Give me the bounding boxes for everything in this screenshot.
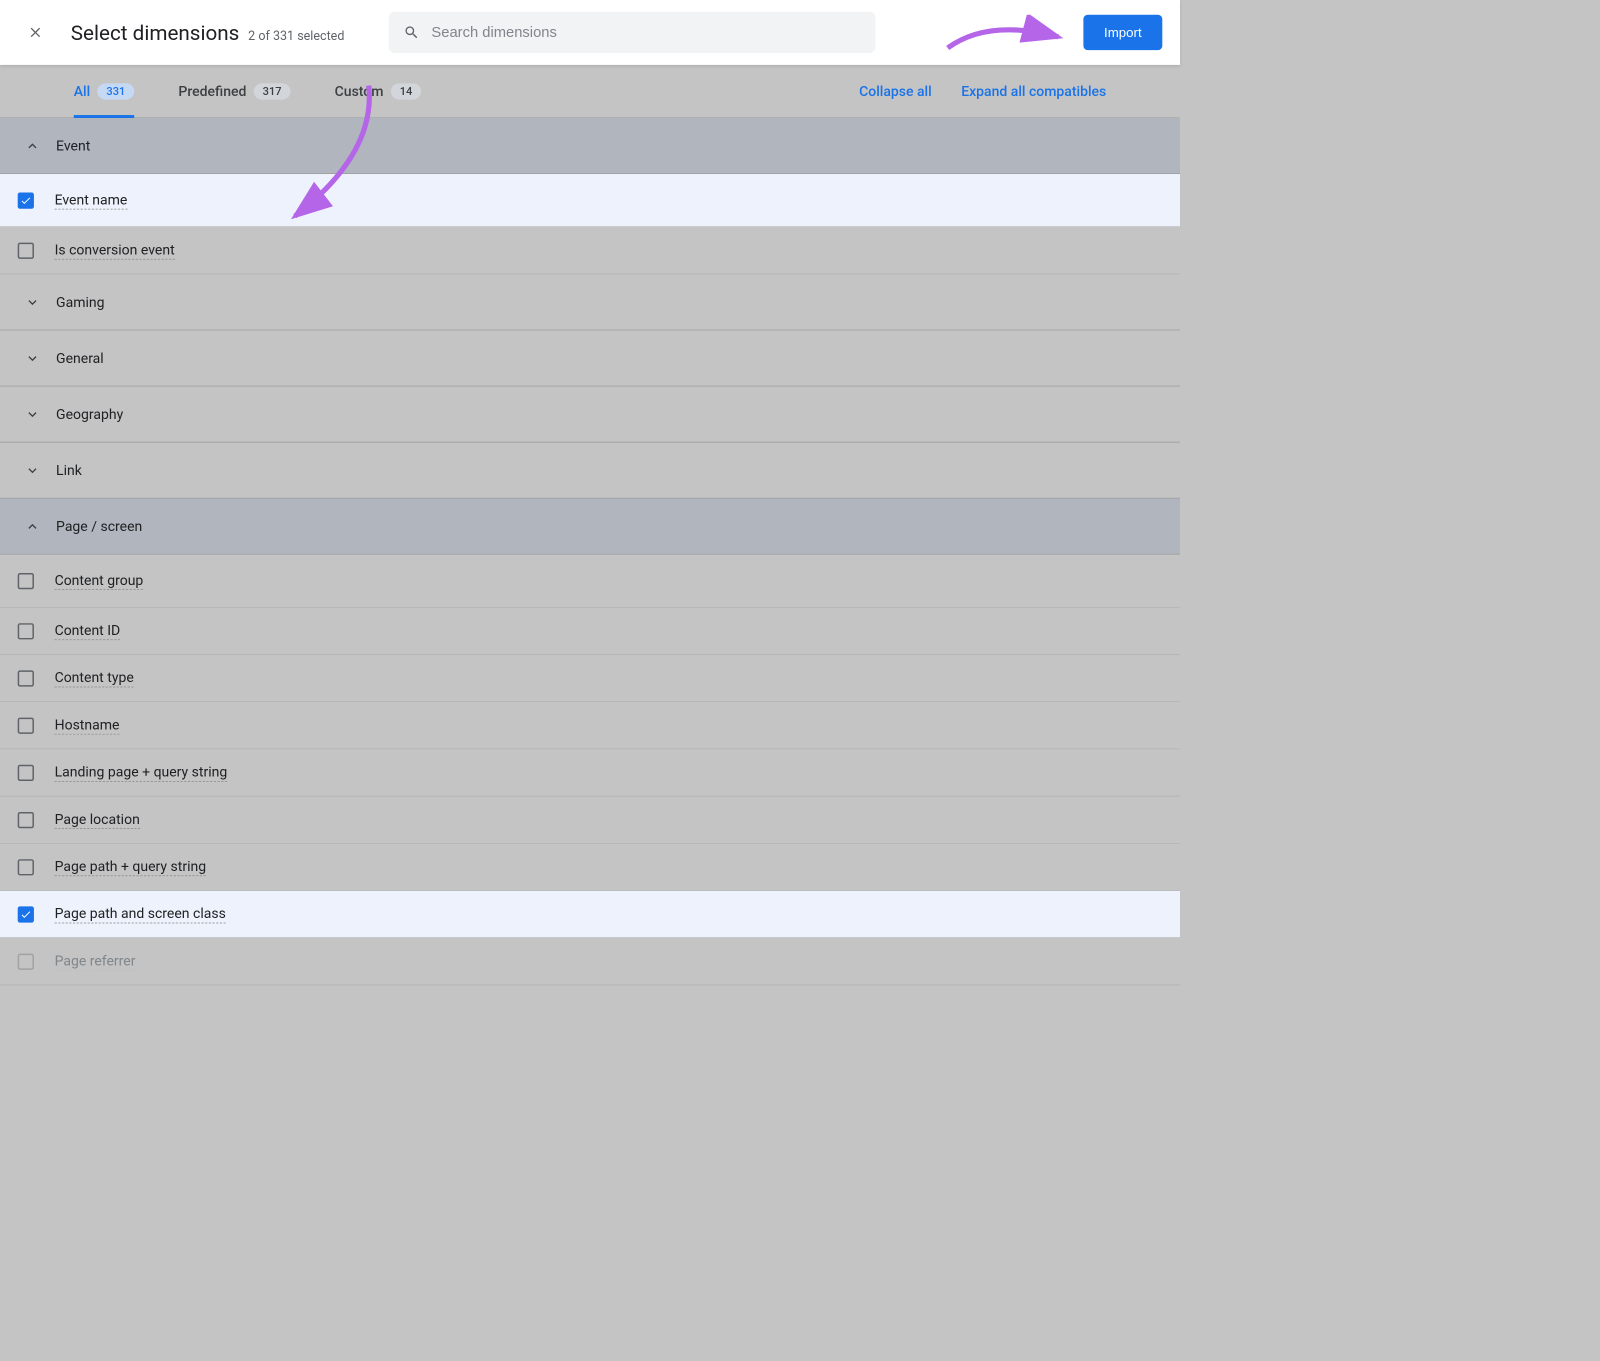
checkbox[interactable] — [18, 812, 34, 828]
item-label: Page referrer — [55, 952, 136, 970]
group-header[interactable]: Link — [0, 443, 1180, 499]
group-label: Gaming — [56, 294, 104, 311]
list-item[interactable]: Page location — [0, 797, 1180, 844]
tab-label: All — [74, 83, 90, 100]
collapse-all-button[interactable]: Collapse all — [859, 83, 932, 100]
group-header[interactable]: Gaming — [0, 274, 1180, 330]
search-box[interactable] — [389, 12, 876, 53]
tab-label: Predefined — [178, 83, 246, 100]
tab-custom[interactable]: Custom 14 — [335, 65, 421, 118]
item-label: Event name — [55, 191, 128, 209]
group-header[interactable]: Page / screen — [0, 499, 1180, 555]
group-label: Geography — [56, 406, 123, 423]
chevron-down-icon — [18, 406, 48, 422]
tabs-bar: All 331 Predefined 317 Custom 14 Collaps… — [0, 65, 1180, 118]
tab-badge: 14 — [391, 83, 421, 99]
list-item[interactable]: Is conversion event — [0, 227, 1180, 274]
list-item[interactable]: Content type — [0, 655, 1180, 702]
dialog-title: Select dimensions — [71, 20, 240, 44]
chevron-up-icon — [18, 518, 48, 534]
chevron-down-icon — [18, 294, 48, 310]
list-item[interactable]: Page path and screen class — [0, 891, 1180, 938]
checkbox[interactable] — [18, 192, 34, 208]
group-header[interactable]: General — [0, 330, 1180, 386]
group-label: Page / screen — [56, 518, 142, 535]
item-label: Content group — [55, 572, 144, 590]
dialog-header: Select dimensions 2 of 331 selected Impo… — [0, 0, 1180, 65]
chevron-down-icon — [18, 350, 48, 366]
tab-predefined[interactable]: Predefined 317 — [178, 65, 290, 118]
import-button[interactable]: Import — [1083, 15, 1162, 50]
tab-all[interactable]: All 331 — [74, 65, 134, 118]
item-label: Page path + query string — [55, 858, 207, 876]
list-item[interactable]: Event name — [0, 174, 1180, 227]
checkbox[interactable] — [18, 859, 34, 875]
group-label: Link — [56, 462, 82, 479]
selection-count: 2 of 331 selected — [248, 28, 344, 43]
list-item[interactable]: Content ID — [0, 608, 1180, 655]
list-item[interactable]: Content group — [0, 555, 1180, 608]
close-button[interactable] — [18, 15, 53, 50]
group-header[interactable]: Event — [0, 118, 1180, 174]
checkbox — [18, 953, 34, 969]
checkbox[interactable] — [18, 623, 34, 639]
tab-badge: 317 — [254, 83, 291, 99]
checkbox[interactable] — [18, 242, 34, 258]
list-item[interactable]: Page path + query string — [0, 844, 1180, 891]
tab-label: Custom — [335, 83, 384, 100]
chevron-up-icon — [18, 138, 48, 154]
search-icon — [403, 24, 419, 40]
chevron-down-icon — [18, 462, 48, 478]
checkbox[interactable] — [18, 717, 34, 733]
dimension-list: Event Event name Is conversion event Gaming… — [0, 118, 1180, 985]
close-icon — [27, 24, 43, 40]
item-label: Page location — [55, 811, 140, 829]
group-header[interactable]: Geography — [0, 386, 1180, 442]
group-label: General — [56, 350, 104, 367]
checkbox[interactable] — [18, 670, 34, 686]
checkbox[interactable] — [18, 906, 34, 922]
list-item[interactable]: Hostname — [0, 702, 1180, 749]
group-label: Event — [56, 137, 90, 154]
item-label: Page path and screen class — [55, 905, 226, 923]
tab-badge: 331 — [98, 83, 135, 99]
checkbox[interactable] — [18, 764, 34, 780]
item-label: Content ID — [55, 622, 121, 640]
list-item: Page referrer — [0, 938, 1180, 985]
search-input[interactable] — [431, 24, 860, 41]
item-label: Is conversion event — [55, 241, 175, 259]
expand-all-button[interactable]: Expand all compatibles — [961, 83, 1106, 100]
checkbox[interactable] — [18, 573, 34, 589]
list-item[interactable]: Landing page + query string — [0, 749, 1180, 796]
item-label: Content type — [55, 669, 134, 687]
item-label: Hostname — [55, 716, 120, 734]
item-label: Landing page + query string — [55, 763, 228, 781]
